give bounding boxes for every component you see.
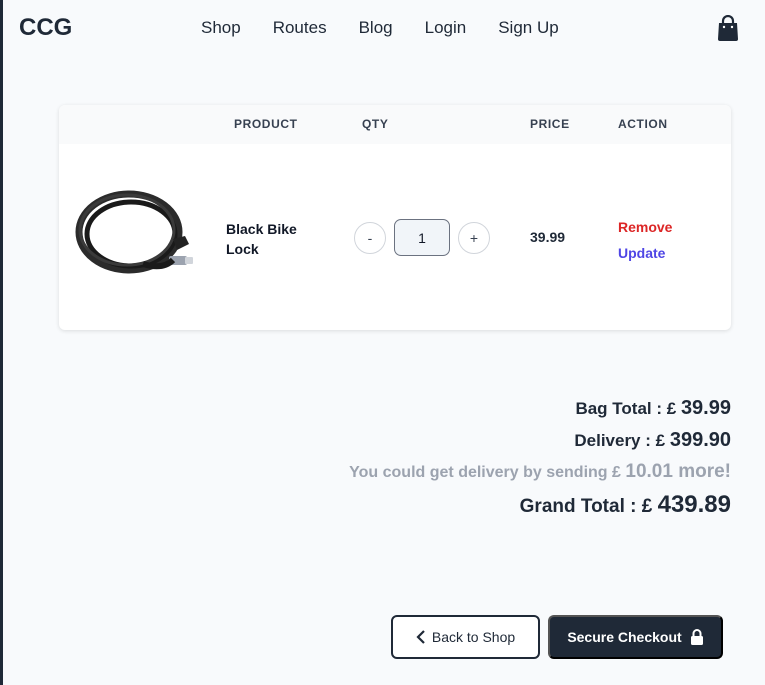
remove-item-link[interactable]: Remove: [618, 219, 672, 235]
nav-links: Shop Routes Blog Login Sign Up: [201, 18, 559, 38]
top-nav: CCG Shop Routes Blog Login Sign Up: [3, 0, 765, 58]
column-qty: QTY: [362, 117, 389, 131]
product-name[interactable]: Black Bike Lock: [226, 219, 316, 259]
nav-shop[interactable]: Shop: [201, 18, 241, 38]
nav-login[interactable]: Login: [425, 18, 467, 38]
site-logo[interactable]: CCG: [19, 14, 72, 42]
nav-blog[interactable]: Blog: [359, 18, 393, 38]
order-totals: Bag Total : £ 39.99 Delivery : £ 399.90 …: [349, 397, 731, 519]
bag-total: Bag Total : £ 39.99: [349, 397, 731, 429]
back-to-shop-button[interactable]: Back to Shop: [391, 615, 540, 659]
item-price: 39.99: [530, 229, 566, 245]
bag-total-label: Bag Total : £: [575, 399, 677, 418]
nav-routes[interactable]: Routes: [273, 18, 327, 38]
column-action: ACTION: [618, 117, 668, 131]
quantity-decrement-button[interactable]: -: [354, 222, 386, 254]
bag-total-value: 39.99: [680, 397, 731, 419]
hint-value: 10.01 more!: [625, 461, 731, 482]
secure-checkout-button[interactable]: Secure Checkout: [548, 615, 723, 659]
secure-checkout-label: Secure Checkout: [567, 629, 682, 645]
quantity-increment-button[interactable]: +: [458, 222, 490, 254]
column-price: PRICE: [530, 117, 570, 131]
lock-icon: [690, 629, 703, 645]
hint-label: You could get delivery by sending £: [349, 464, 621, 481]
cart-table-header: PRODUCT QTY PRICE ACTION: [59, 105, 731, 144]
delivery-total: Delivery : £ 399.90: [349, 429, 731, 461]
grand-total: Grand Total : £ 439.89: [349, 491, 731, 519]
chevron-left-icon: [416, 630, 425, 644]
shopping-bag-icon[interactable]: [717, 15, 739, 41]
product-image: [75, 190, 193, 274]
free-delivery-hint: You could get delivery by sending £ 10.0…: [349, 461, 731, 491]
delivery-label: Delivery : £: [574, 431, 666, 450]
nav-sign-up[interactable]: Sign Up: [498, 18, 558, 38]
quantity-input[interactable]: [394, 219, 450, 256]
update-item-link[interactable]: Update: [618, 245, 665, 261]
column-product: PRODUCT: [234, 117, 298, 131]
grand-total-value: 439.89: [657, 491, 731, 518]
cart-item-row: Black Bike Lock - + 39.99 Remove Update: [59, 144, 731, 330]
grand-total-label: Grand Total : £: [519, 496, 653, 517]
cart-table: PRODUCT QTY PRICE ACTION Black Bike Lock…: [59, 105, 731, 330]
delivery-value: 399.90: [669, 429, 731, 451]
back-to-shop-label: Back to Shop: [431, 629, 516, 645]
